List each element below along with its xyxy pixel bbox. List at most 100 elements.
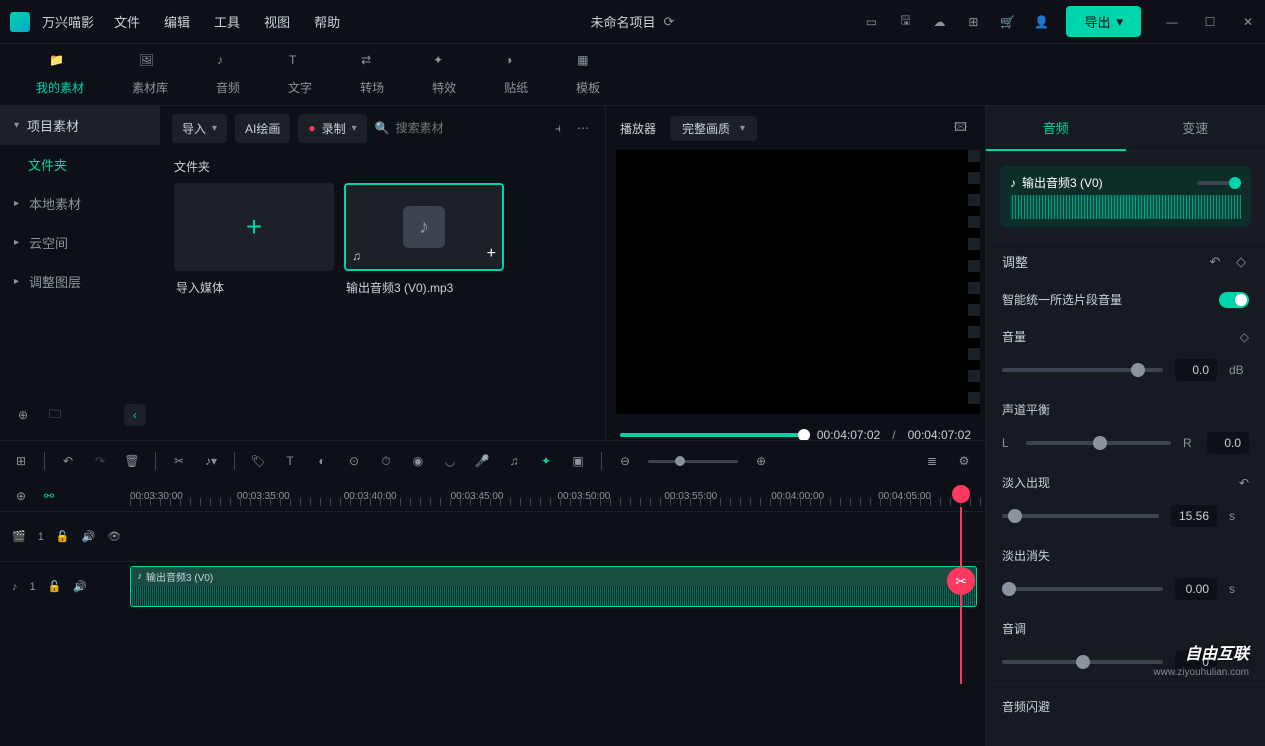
pitch-slider[interactable]: [1002, 660, 1163, 664]
filter-icon[interactable]: ⫞: [551, 117, 565, 140]
mic-icon[interactable]: 🎤: [473, 452, 491, 470]
split-icon[interactable]: ✂: [947, 567, 975, 595]
settings-icon[interactable]: ⚙: [955, 452, 973, 470]
fade-in-value[interactable]: 15.56: [1171, 505, 1217, 527]
smart-volume-toggle[interactable]: [1219, 292, 1249, 308]
progress-slider[interactable]: [620, 433, 805, 437]
cloud-icon[interactable]: ☁: [930, 13, 948, 31]
zoom-out-icon[interactable]: ⊖: [616, 452, 634, 470]
tab-text[interactable]: T文字: [264, 53, 336, 96]
maximize-button[interactable]: ☐: [1203, 15, 1217, 29]
menu-tools[interactable]: 工具: [214, 12, 240, 31]
new-folder-icon[interactable]: ⊕: [14, 406, 32, 424]
apps-icon[interactable]: ⊞: [964, 13, 982, 31]
volume-value[interactable]: 0.0: [1175, 359, 1217, 381]
audio-clip[interactable]: ♪输出音频3 (V0): [130, 566, 977, 607]
rp-tab-speed[interactable]: 变速: [1126, 106, 1265, 151]
undo-icon[interactable]: ↶: [59, 452, 77, 470]
sidebar-item-local[interactable]: ▸本地素材: [0, 184, 160, 223]
add-to-timeline-icon[interactable]: +: [487, 245, 496, 263]
audio-detach-icon[interactable]: ♪▾: [202, 452, 220, 470]
marker-icon[interactable]: ✦: [537, 452, 555, 470]
layout-icon[interactable]: ⊞: [12, 452, 30, 470]
clip-name: 输出音频3 (V0): [1022, 174, 1103, 191]
mute-icon[interactable]: 🔊: [73, 580, 87, 593]
zoom-slider[interactable]: [648, 460, 738, 463]
audio-track[interactable]: ♪输出音频3 (V0): [130, 562, 985, 611]
redo-icon[interactable]: ↷: [91, 452, 109, 470]
fade-out-value[interactable]: 0.00: [1175, 578, 1217, 600]
mini-volume-slider[interactable]: [1197, 181, 1241, 185]
sidebar-item-adjust[interactable]: ▸调整图层: [0, 262, 160, 301]
crop-icon[interactable]: ◐: [313, 452, 331, 470]
sidebar-header[interactable]: ▾项目素材: [0, 106, 160, 145]
save-icon[interactable]: 🖫: [896, 13, 914, 31]
device-icon[interactable]: ▭: [862, 13, 880, 31]
keyframe-icon[interactable]: ◇: [1233, 254, 1249, 270]
tag-icon[interactable]: 🏷: [249, 452, 267, 470]
lock-icon[interactable]: 🔓: [56, 530, 70, 543]
tab-audio[interactable]: ♪音频: [192, 53, 264, 96]
fade-out-slider[interactable]: [1002, 587, 1163, 591]
tab-label: 文字: [288, 79, 312, 96]
folder-icon[interactable]: 🗀: [46, 406, 64, 424]
quality-select[interactable]: 完整画质▾: [670, 116, 757, 141]
video-track[interactable]: [130, 512, 985, 561]
text-icon[interactable]: T: [281, 452, 299, 470]
reset-icon[interactable]: ↶: [1239, 476, 1249, 490]
minimize-button[interactable]: —: [1165, 15, 1179, 29]
preview-canvas[interactable]: [616, 150, 975, 414]
record-button[interactable]: ●录制▾: [298, 114, 366, 143]
rp-tab-audio[interactable]: 音频: [986, 106, 1126, 151]
sync-icon[interactable]: ⟳: [664, 14, 675, 30]
export-button[interactable]: 导出 ▾: [1066, 6, 1141, 37]
balance-slider[interactable]: [1026, 441, 1171, 445]
tab-template[interactable]: ▦模板: [552, 53, 624, 96]
playhead[interactable]: ✂: [960, 507, 962, 684]
ai-draw-button[interactable]: AI绘画: [235, 114, 290, 143]
add-track-icon[interactable]: ⊕: [12, 487, 30, 505]
timeline-ruler[interactable]: 00:03:30:00 00:03:35:00 00:03:40:00 00:0…: [130, 491, 985, 502]
undo-icon[interactable]: ↶: [1207, 254, 1223, 270]
cart-icon[interactable]: 🛒: [998, 13, 1016, 31]
tab-effects[interactable]: ✦特效: [408, 53, 480, 96]
mask-icon[interactable]: ◡: [441, 452, 459, 470]
timer-icon[interactable]: ⏱: [377, 452, 395, 470]
cut-icon[interactable]: ✂: [170, 452, 188, 470]
menu-view[interactable]: 视图: [264, 12, 290, 31]
keyframe-icon[interactable]: ▣: [569, 452, 587, 470]
close-button[interactable]: ✕: [1241, 15, 1255, 29]
tab-stickers[interactable]: ◑贴纸: [480, 53, 552, 96]
tab-stock[interactable]: 🖼素材库: [108, 53, 192, 96]
user-icon[interactable]: 👤: [1032, 13, 1050, 31]
keyframe-icon[interactable]: ◇: [1240, 330, 1249, 344]
color-icon[interactable]: ◉: [409, 452, 427, 470]
import-media-card[interactable]: + 导入媒体: [174, 183, 334, 304]
zoom-in-icon[interactable]: ⊕: [752, 452, 770, 470]
menu-edit[interactable]: 编辑: [164, 12, 190, 31]
fade-in-slider[interactable]: [1002, 514, 1159, 518]
import-button[interactable]: 导入▾: [172, 114, 227, 143]
more-icon[interactable]: ⋯: [573, 117, 593, 139]
snapshot-icon[interactable]: 🖾: [950, 114, 971, 143]
sidebar-item-cloud[interactable]: ▸云空间: [0, 223, 160, 262]
sidebar-folder[interactable]: 文件夹: [0, 145, 160, 184]
balance-value[interactable]: 0.0: [1207, 432, 1249, 454]
lock-icon[interactable]: 🔓: [48, 580, 62, 593]
mute-icon[interactable]: 🔊: [82, 530, 96, 543]
tab-my-media[interactable]: 📁我的素材: [12, 53, 108, 96]
media-card-audio[interactable]: ♪ ♫ + 输出音频3 (V0).mp3: [344, 183, 504, 304]
menu-help[interactable]: 帮助: [314, 12, 340, 31]
speed-icon[interactable]: ⊙: [345, 452, 363, 470]
menu-file[interactable]: 文件: [114, 12, 140, 31]
visibility-icon[interactable]: 👁: [107, 530, 121, 543]
volume-slider[interactable]: [1002, 368, 1163, 372]
list-view-icon[interactable]: ≣: [923, 452, 941, 470]
collapse-button[interactable]: ‹: [124, 404, 146, 426]
link-icon[interactable]: ⚯: [40, 487, 58, 505]
tab-transition[interactable]: ⇄转场: [336, 53, 408, 96]
playhead-knob[interactable]: [952, 485, 970, 503]
delete-icon[interactable]: 🗑: [123, 452, 141, 470]
subtitle-icon[interactable]: ♫: [505, 452, 523, 470]
search-input[interactable]: [396, 121, 476, 135]
